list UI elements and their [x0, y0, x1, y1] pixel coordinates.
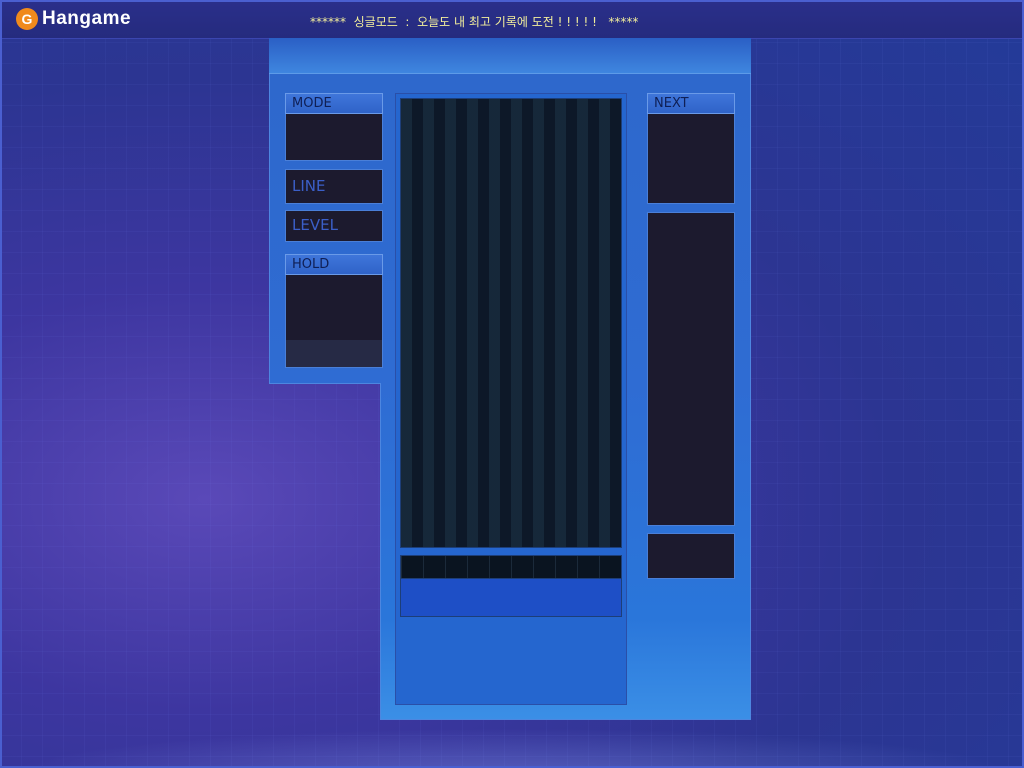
garbage-strip — [400, 555, 622, 579]
mode-label: MODE — [285, 93, 383, 114]
hangame-logo-icon: G — [16, 8, 38, 30]
line-box: LINE — [285, 169, 383, 204]
next-queue-box — [647, 212, 735, 526]
top-bar: G Hangame ****** 싱글모드 : 오늘도 내 최고 기록에 도전 … — [2, 2, 1022, 39]
bottom-glow — [0, 728, 1024, 768]
game-panel-header — [269, 38, 751, 74]
hangame-logo[interactable]: G Hangame — [16, 8, 131, 30]
level-label: LEVEL — [292, 216, 338, 234]
hold-label: HOLD — [285, 254, 383, 275]
level-box: LEVEL — [285, 210, 383, 242]
next-label: NEXT — [647, 93, 735, 114]
hangame-logo-text: Hangame — [42, 8, 132, 29]
notice-ticker: ****** 싱글모드 : 오늘도 내 최고 기록에 도전 ! ! ! ! ! … — [310, 15, 639, 29]
info-strip — [400, 579, 622, 617]
playfield — [400, 98, 622, 548]
hold-footer — [286, 340, 382, 367]
line-label: LINE — [292, 177, 326, 195]
bottom-right-box — [647, 533, 735, 579]
